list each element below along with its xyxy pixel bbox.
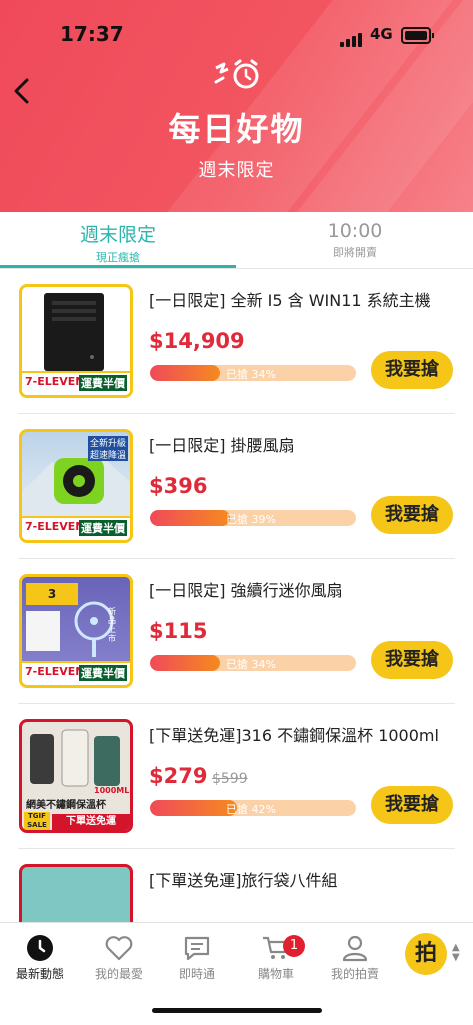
buy-button[interactable]: 我要搶 <box>371 786 453 824</box>
product-price: $14,909 <box>149 329 245 353</box>
list-item[interactable]: 3 新品上市 7-ELEVEN 運費半價 [一日限定] 強續行迷你風扇 $115… <box>0 559 473 704</box>
tab-sublabel: 現正瘋搶 <box>96 251 140 264</box>
progress-bar: 已搶 34% <box>150 655 356 671</box>
progress-fill <box>150 365 221 381</box>
ribbon-right-text: 運費半價 <box>79 520 127 536</box>
list-item[interactable]: 7-ELEVEN 運費半價 [一日限定] 全新 I5 含 WIN11 系統主機 … <box>0 269 473 414</box>
original-price: $599 <box>212 771 248 787</box>
progress-label: 已搶 34% <box>226 658 276 671</box>
ribbon-left-text: 7-ELEVEN <box>25 520 85 533</box>
progress-bar: 已搶 39% <box>150 510 356 526</box>
product-price: $396 <box>149 474 208 498</box>
tab-strip: 週末限定 現正瘋搶 10:00 即將開賣 <box>0 212 473 269</box>
progress-bar: 已搶 42% <box>150 800 356 816</box>
product-price: $279 <box>149 764 208 788</box>
progress-label: 已搶 39% <box>226 513 276 526</box>
progress-label: 已搶 42% <box>226 803 276 816</box>
ribbon-left-text: 7-ELEVEN <box>25 665 85 678</box>
thumb-badge-text: 3 <box>26 583 78 605</box>
tabbar-item-my-auction[interactable]: 我的拍賣 <box>315 931 395 982</box>
ribbon-right-text: 運費半價 <box>79 375 127 391</box>
tabbar-label: 最新動態 <box>15 967 64 981</box>
shipping-ribbon: 7-ELEVEN 運費半價 <box>22 516 130 540</box>
tabbar-item-latest[interactable]: 最新動態 <box>0 931 80 982</box>
battery-icon <box>401 27 434 44</box>
tgif-line: SALE <box>27 821 47 829</box>
product-name[interactable]: [下單送免運]旅行袋八件組 <box>149 867 459 891</box>
tab-label: 週末限定 <box>79 224 156 246</box>
person-icon <box>342 935 368 962</box>
tab-label: 10:00 <box>327 220 383 242</box>
buy-button[interactable]: 我要搶 <box>371 641 453 679</box>
free-shipping-banner: 下單送免運 <box>52 814 130 830</box>
back-arrow-icon[interactable] <box>8 76 38 106</box>
tabbar-label: 購物車 <box>257 967 294 981</box>
chat-icon <box>184 936 210 961</box>
product-thumbnail: 1000ML 網美不鏽鋼保溫杯 TGIF SALE 下單送免運 <box>19 719 133 833</box>
tgif-badge: TGIF SALE <box>24 812 50 830</box>
ribbon-right-text: 運費半價 <box>79 665 127 681</box>
shipping-ribbon: 7-ELEVEN 運費半價 <box>22 661 130 685</box>
signal-icon <box>340 28 364 47</box>
product-name[interactable]: [一日限定] 全新 I5 含 WIN11 系統主機 <box>149 287 459 311</box>
thumb-title-text: 網美不鏽鋼保溫杯 <box>26 800 106 811</box>
product-name[interactable]: [下單送免運]316 不鏽鋼保溫杯 1000ml <box>149 722 459 746</box>
tab-sublabel: 即將開賣 <box>333 246 377 259</box>
thumb-badge-text: 新品上市 <box>108 607 116 643</box>
shipping-ribbon: 7-ELEVEN 運費半價 <box>22 371 130 395</box>
product-price: $115 <box>149 619 208 643</box>
alarm-clock-icon <box>214 59 259 89</box>
tabbar-item-chat[interactable]: 即時通 <box>157 931 237 982</box>
thumb-size-label: 1000ML <box>94 786 130 795</box>
network-label: 4G <box>370 25 393 43</box>
product-thumbnail: 全新升級 超速降溫 7-ELEVEN 運費半價 <box>19 429 133 543</box>
tabbar-label: 我的最愛 <box>94 967 143 981</box>
product-thumbnail: 3 新品上市 7-ELEVEN 運費半價 <box>19 574 133 688</box>
page-subtitle: 週末限定 <box>198 160 275 181</box>
tumbler-image <box>30 729 120 787</box>
auction-logo-button[interactable]: 拍 <box>405 933 447 975</box>
status-bar: 17:37 4G <box>0 0 473 60</box>
buy-button[interactable]: 我要搶 <box>371 496 453 534</box>
ribbon-left-text: 7-ELEVEN <box>25 375 85 388</box>
progress-fill <box>150 800 237 816</box>
tabbar-item-favorites[interactable]: 我的最愛 <box>79 931 159 982</box>
clock-icon <box>27 935 53 961</box>
tgif-line: TGIF <box>28 812 46 820</box>
progress-fill <box>150 655 221 671</box>
heart-icon <box>105 936 133 961</box>
thumb-badge-text: 超速降溫 <box>88 448 129 461</box>
cart-count-badge: 1 <box>283 935 305 957</box>
buy-button[interactable]: 我要搶 <box>371 351 453 389</box>
pc-case-image <box>44 293 104 371</box>
progress-bar: 已搶 34% <box>150 365 356 381</box>
page-title: 每日好物 <box>168 110 305 148</box>
tab-upcoming[interactable]: 10:00 即將開賣 <box>237 212 473 268</box>
product-name[interactable]: [一日限定] 強續行迷你風扇 <box>149 577 459 601</box>
home-indicator <box>152 1008 322 1013</box>
progress-label: 已搶 34% <box>226 368 276 381</box>
progress-fill <box>150 510 231 526</box>
list-item[interactable]: 全新升級 超速降溫 7-ELEVEN 運費半價 [一日限定] 掛腰風扇 $396… <box>0 414 473 559</box>
up-down-arrows-icon[interactable]: ▲ ▼ <box>452 943 460 963</box>
list-item[interactable]: 1000ML 網美不鏽鋼保溫杯 TGIF SALE 下單送免運 [下單送免運]3… <box>0 704 473 849</box>
product-thumbnail: 7-ELEVEN 運費半價 <box>19 284 133 398</box>
tab-weekend[interactable]: 週末限定 現正瘋搶 <box>0 212 236 268</box>
status-time: 17:37 <box>60 22 124 46</box>
tabbar-label: 即時通 <box>178 967 215 981</box>
tabbar-label: 我的拍賣 <box>330 967 379 981</box>
product-name[interactable]: [一日限定] 掛腰風扇 <box>149 432 459 456</box>
tabbar-item-cart[interactable]: 購物車 1 <box>236 931 316 982</box>
